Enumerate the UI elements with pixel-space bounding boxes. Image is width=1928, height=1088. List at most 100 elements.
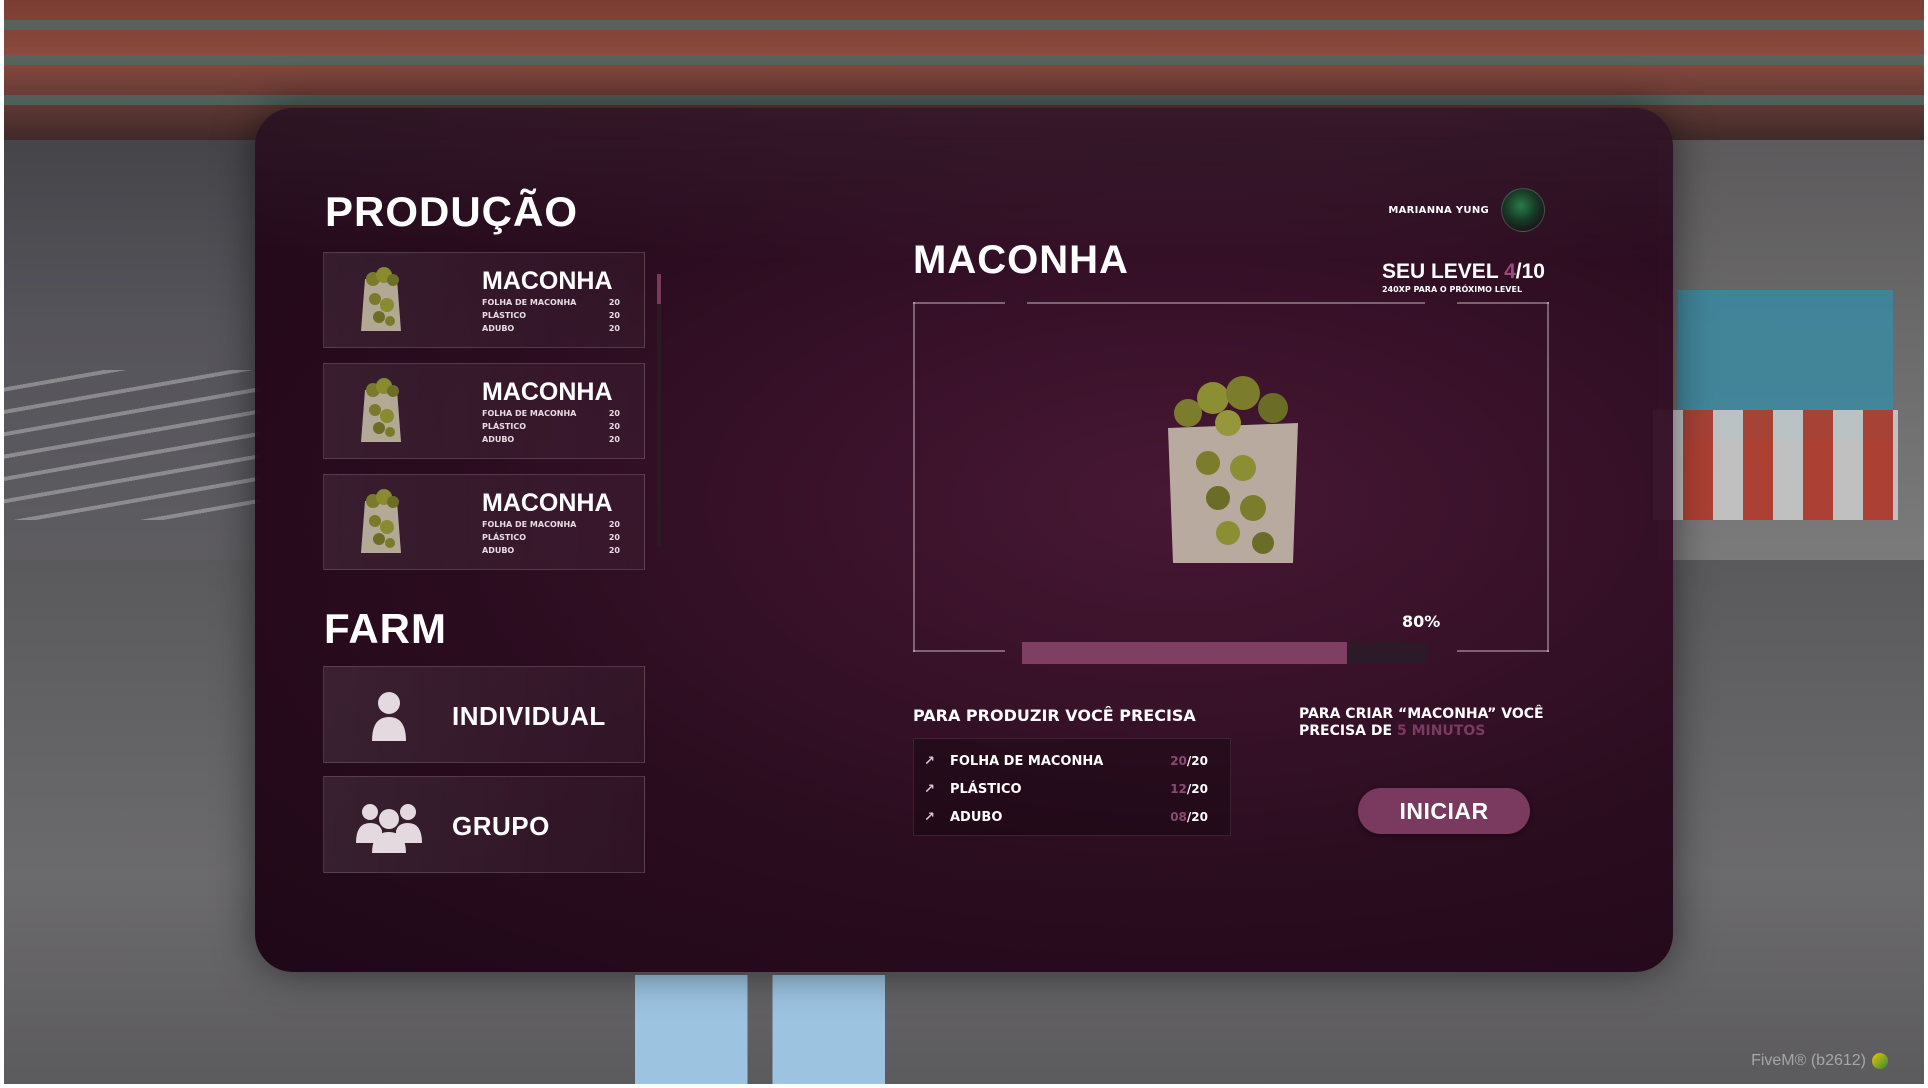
- farm-group-button[interactable]: GRUPO: [323, 776, 645, 873]
- req-qty: 20: [608, 546, 620, 555]
- req-qty: 20: [608, 324, 620, 333]
- production-list: MACONHA FOLHA DE MACONHA 20 PLÁSTICO 20 AD…: [323, 252, 653, 585]
- requirement-have: 08: [1170, 810, 1187, 824]
- time-duration: 5 MINUTOS: [1396, 723, 1486, 739]
- selected-product-title: MACONHA: [913, 238, 1129, 282]
- production-req: ADUBO 20: [482, 544, 620, 557]
- req-qty: 20: [608, 298, 620, 307]
- production-req: PLÁSTICO 20: [482, 420, 620, 433]
- production-panel: PRODUÇÃO MACONHA FOLHA DE MACONHA 20 PLÁS…: [255, 108, 1673, 972]
- production-req: FOLHA DE MACONHA 20: [482, 296, 620, 309]
- frame-line: [913, 302, 1005, 304]
- frame-line: [1027, 302, 1425, 304]
- avatar: [1501, 188, 1545, 232]
- requirement-count: 12/20: [1148, 782, 1208, 796]
- weed-bag-icon: [361, 267, 401, 331]
- req-label: FOLHA DE MACONHA: [482, 409, 577, 418]
- production-title: PRODUÇÃO: [325, 188, 579, 235]
- frame-line: [1457, 650, 1549, 652]
- production-item-reqs: FOLHA DE MACONHA 20 PLÁSTICO 20 ADUBO 20: [482, 518, 620, 557]
- road-barrier: [1653, 410, 1898, 520]
- requirements-list: ↗ FOLHA DE MACONHA 20/20 ↗ PLÁSTICO 12/2…: [913, 738, 1231, 836]
- requirement-count: 08/20: [1148, 810, 1208, 824]
- req-label: ADUBO: [482, 324, 515, 333]
- req-label: FOLHA DE MACONHA: [482, 298, 577, 307]
- production-item-name: MACONHA: [482, 378, 613, 406]
- farm-individual-button[interactable]: INDIVIDUAL: [323, 666, 645, 763]
- level-max: /10: [1515, 260, 1545, 283]
- req-qty: 20: [608, 520, 620, 529]
- req-qty: 20: [608, 435, 620, 444]
- arrow-icon: ↗: [924, 809, 935, 825]
- requirement-need: /20: [1186, 754, 1208, 768]
- requirement-item: ↗ PLÁSTICO 12/20: [914, 775, 1230, 803]
- requirement-count: 20/20: [1148, 754, 1208, 768]
- person-icon: [372, 692, 406, 741]
- production-req: PLÁSTICO 20: [482, 531, 620, 544]
- group-icon: [356, 804, 422, 853]
- req-label: PLÁSTICO: [482, 533, 527, 542]
- user-name: MARIANNA YUNG: [1388, 204, 1489, 216]
- req-label: PLÁSTICO: [482, 311, 527, 320]
- production-item[interactable]: MACONHA FOLHA DE MACONHA 20 PLÁSTICO 20 AD…: [323, 252, 645, 348]
- requirement-have: 20: [1170, 754, 1187, 768]
- weed-bag-image: [1168, 376, 1298, 563]
- beam: [0, 95, 1928, 105]
- weed-bag-icon: [361, 489, 401, 553]
- arrow-icon: ↗: [924, 753, 935, 769]
- fivem-icon: [1872, 1052, 1888, 1069]
- production-item[interactable]: MACONHA FOLHA DE MACONHA 20 PLÁSTICO 20 AD…: [323, 363, 645, 459]
- frame-line: [1547, 302, 1549, 652]
- production-item[interactable]: MACONHA FOLHA DE MACONHA 20 PLÁSTICO 20 AD…: [323, 474, 645, 570]
- level-line: SEU LEVEL 4/10: [1382, 260, 1545, 284]
- req-label: ADUBO: [482, 546, 515, 555]
- farm-group-label: GRUPO: [452, 811, 550, 841]
- frame-line: [913, 302, 915, 652]
- production-item-name: MACONHA: [482, 267, 613, 295]
- req-qty: 20: [608, 533, 620, 542]
- requirement-have: 12: [1170, 782, 1187, 796]
- requirement-need: /20: [1186, 810, 1208, 824]
- arrow-icon: ↗: [924, 781, 935, 797]
- requirement-name: ADUBO: [950, 809, 1003, 825]
- production-req: ADUBO 20: [482, 433, 620, 446]
- requirement-item: ↗ FOLHA DE MACONHA 20/20: [914, 747, 1230, 775]
- weed-bag-icon: [361, 378, 401, 442]
- beam: [0, 55, 1928, 65]
- frame-line: [1457, 302, 1549, 304]
- frame-line: [913, 650, 1005, 652]
- req-qty: 20: [608, 311, 620, 320]
- production-req: FOLHA DE MACONHA 20: [482, 407, 620, 420]
- production-scrollbar[interactable]: [657, 274, 661, 546]
- character-legs: [635, 975, 885, 1088]
- production-time-text: PARA CRIAR “MACONHA” VOCÊ PRECISA DE 5 M…: [1299, 706, 1549, 740]
- req-label: FOLHA DE MACONHA: [482, 520, 577, 529]
- production-req: ADUBO 20: [482, 322, 620, 335]
- requirement-name: PLÁSTICO: [950, 781, 1022, 797]
- farm-title: FARM: [324, 605, 447, 652]
- start-button[interactable]: INICIAR: [1358, 788, 1530, 834]
- level-prefix: SEU LEVEL: [1381, 260, 1505, 283]
- production-item-name: MACONHA: [482, 489, 613, 517]
- progress-percent: 80%: [1402, 612, 1441, 631]
- fivem-watermark: FiveM® (b2612): [1751, 1052, 1888, 1070]
- level-current: 4: [1504, 260, 1516, 283]
- level-subtext: 240XP PARA O PRÓXIMO LEVEL: [1381, 285, 1523, 294]
- req-label: PLÁSTICO: [482, 422, 527, 431]
- product-viewer: 80%: [913, 302, 1549, 652]
- scrollbar-thumb[interactable]: [657, 274, 661, 546]
- level-info: SEU LEVEL 4/10 240XP PARA O PRÓXIMO LEVE…: [1382, 260, 1545, 294]
- production-req: FOLHA DE MACONHA 20: [482, 518, 620, 531]
- req-qty: 20: [608, 409, 620, 418]
- parking-lines: [0, 370, 260, 520]
- production-item-reqs: FOLHA DE MACONHA 20 PLÁSTICO 20 ADUBO 20: [482, 407, 620, 446]
- production-progress-bar: [1022, 642, 1428, 664]
- beam: [0, 20, 1928, 30]
- farm-individual-label: INDIVIDUAL: [452, 701, 606, 731]
- req-label: ADUBO: [482, 435, 515, 444]
- progress-fill: [1022, 642, 1347, 664]
- production-item-reqs: FOLHA DE MACONHA 20 PLÁSTICO 20 ADUBO 20: [482, 296, 620, 335]
- user-info: MARIANNA YUNG: [1388, 188, 1545, 232]
- requirement-item: ↗ ADUBO 08/20: [914, 803, 1230, 831]
- requirements-title: PARA PRODUZIR VOCÊ PRECISA: [913, 706, 1196, 725]
